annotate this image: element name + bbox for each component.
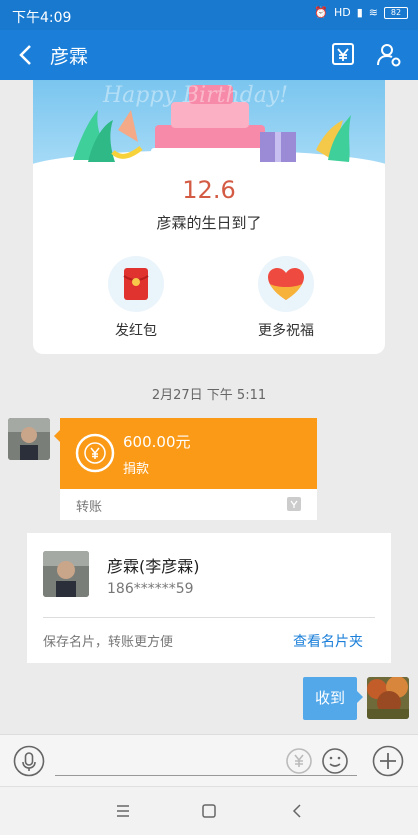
birthday-date: 12.6 [182,176,236,204]
heart-icon [258,256,314,312]
profile-settings-icon[interactable] [376,42,402,68]
transfer-yen-icon[interactable] [331,42,355,68]
transfer-yen-circle-icon [75,433,115,473]
send-red-envelope-button[interactable]: 发红包 [76,256,196,340]
transfer-body: 600.00元 捐款 [60,418,317,489]
status-time: 下午4:09 [12,10,72,26]
svg-text:Happy Birthday!: Happy Birthday! [102,83,288,108]
wifi-icon: ≋ [368,6,378,19]
contact-card-phone: 186******59 [107,581,194,597]
transfer-subtitle: 捐款 [123,462,150,477]
bubble-tail [357,691,363,703]
battery-icon: 82 [384,6,408,19]
birthday-message: 彦霖的生日到了 [156,214,262,232]
hd-signal-label: HD [333,6,351,19]
birthday-cake-illustration: Happy Birthday! [33,83,385,194]
status-bar: 下午4:09 ⏰ HD ▮ ≋ 82 [0,0,418,30]
transfer-footer: 转账 [60,489,317,520]
contact-card-hint: 保存名片，转账更方便 [43,635,174,650]
voice-input-icon[interactable] [13,745,45,777]
contact-card-avatar [43,551,89,597]
yen-transfer-icon[interactable] [283,745,315,777]
contact-card[interactable]: 彦霖(李彦霖) 186******59 保存名片，转账更方便 查看名片夹 [27,533,391,663]
system-nav-bar [0,786,418,835]
more-wishes-button[interactable]: 更多祝福 [226,256,346,340]
contact-card-name: 彦霖(李彦霖) [107,557,200,576]
birthday-card: Happy Birthday! 12.6 彦霖的生日到了 发红包 更多祝福 [33,80,385,354]
sent-message-text: 收到 [314,689,345,707]
alarm-icon: ⏰ [314,6,328,19]
more-wishes-label: 更多祝福 [258,323,314,339]
transfer-amount: 600.00元 [123,433,191,451]
plus-icon[interactable] [372,745,404,777]
transfer-message[interactable]: 600.00元 捐款 转账 [54,418,317,520]
input-bar [0,734,418,786]
chat-title: 彦霖 [50,46,89,68]
contact-avatar[interactable] [8,418,50,460]
red-envelope-icon [108,256,164,312]
sent-message-bubble[interactable]: 收到 [303,677,363,720]
message-timestamp: 2月27日 下午 5:11 [151,388,267,403]
my-avatar[interactable] [367,677,409,719]
status-icons: ⏰ HD ▮ ≋ 82 [314,6,408,19]
transfer-logo-icon [287,497,301,511]
nav-bar: 彦霖 [0,30,418,80]
view-card-folder-link[interactable]: 查看名片夹 [293,631,363,651]
back-arrow-icon[interactable] [14,40,38,70]
contact-card-divider [43,617,375,618]
home-icon[interactable] [199,801,219,821]
send-red-envelope-label: 发红包 [115,323,157,339]
back-icon[interactable] [287,801,307,821]
menu-icon[interactable] [113,801,133,821]
birthday-banner: Happy Birthday! [33,80,385,194]
transfer-footer-label: 转账 [76,500,103,515]
message-input[interactable] [55,745,277,775]
signal-icon: ▮ [356,6,363,19]
emoji-icon[interactable] [319,745,351,777]
